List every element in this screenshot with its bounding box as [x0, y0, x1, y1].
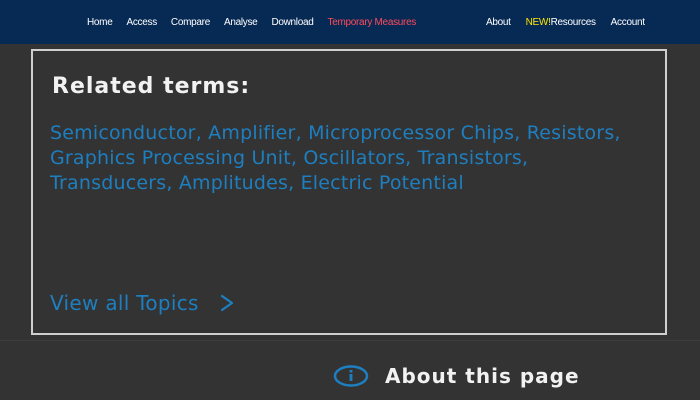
term-separator: , — [290, 147, 304, 169]
related-terms-panel: Related terms: Semiconductor, Amplifier,… — [31, 49, 667, 335]
term-link[interactable]: Amplifier — [208, 122, 295, 144]
term-separator: , — [514, 122, 527, 144]
nav-analyse-link[interactable]: Analyse — [224, 17, 258, 28]
term-link[interactable]: Transducers — [50, 172, 166, 194]
about-this-page-link[interactable]: About this page — [333, 364, 580, 388]
new-badge: NEW! — [525, 16, 551, 28]
term-link[interactable]: Resistors — [527, 122, 615, 144]
nav-access-link[interactable]: Access — [126, 17, 157, 28]
nav-home-link[interactable]: Home — [87, 17, 113, 28]
term-separator: , — [166, 172, 179, 194]
term-separator: , — [522, 147, 529, 169]
term-link[interactable]: Amplitudes — [179, 172, 288, 194]
nav-temporary-measures-link[interactable]: Temporary Measures — [328, 17, 417, 28]
top-nav: Home Access Compare Analyse Download Tem… — [0, 0, 700, 44]
related-terms-heading: Related terms: — [52, 74, 251, 99]
term-link[interactable]: Transistors — [418, 147, 522, 169]
term-link[interactable]: Semiconductor — [50, 122, 196, 144]
nav-right-group: About NEW!Resources Account — [486, 0, 645, 44]
nav-compare-link[interactable]: Compare — [171, 17, 210, 28]
chevron-right-icon — [220, 294, 233, 312]
nav-resources-link[interactable]: NEW!Resources — [526, 17, 596, 28]
view-all-topics-label: View all Topics — [50, 291, 199, 315]
nav-left-group: Home Access Compare Analyse Download Tem… — [87, 0, 416, 44]
about-this-page-label: About this page — [385, 364, 580, 388]
nav-resources-label: Resources — [550, 16, 596, 28]
term-separator: , — [195, 122, 209, 144]
info-icon — [333, 365, 369, 387]
term-separator: , — [295, 122, 309, 144]
term-link[interactable]: Microprocessor Chips — [308, 122, 514, 144]
term-link[interactable]: Graphics Processing Unit — [50, 147, 291, 169]
term-link[interactable]: Electric Potential — [301, 172, 464, 194]
view-all-topics-link[interactable]: View all Topics — [50, 291, 237, 315]
related-terms-list: Semiconductor, Amplifier, Microprocessor… — [50, 121, 650, 196]
term-separator: , — [405, 147, 418, 169]
term-separator: , — [288, 172, 301, 194]
term-separator: , — [614, 122, 621, 144]
nav-download-link[interactable]: Download — [271, 17, 313, 28]
nav-account-link[interactable]: Account — [611, 17, 645, 28]
nav-about-link[interactable]: About — [486, 17, 511, 28]
term-link[interactable]: Oscillators — [303, 147, 405, 169]
section-divider — [0, 340, 700, 341]
